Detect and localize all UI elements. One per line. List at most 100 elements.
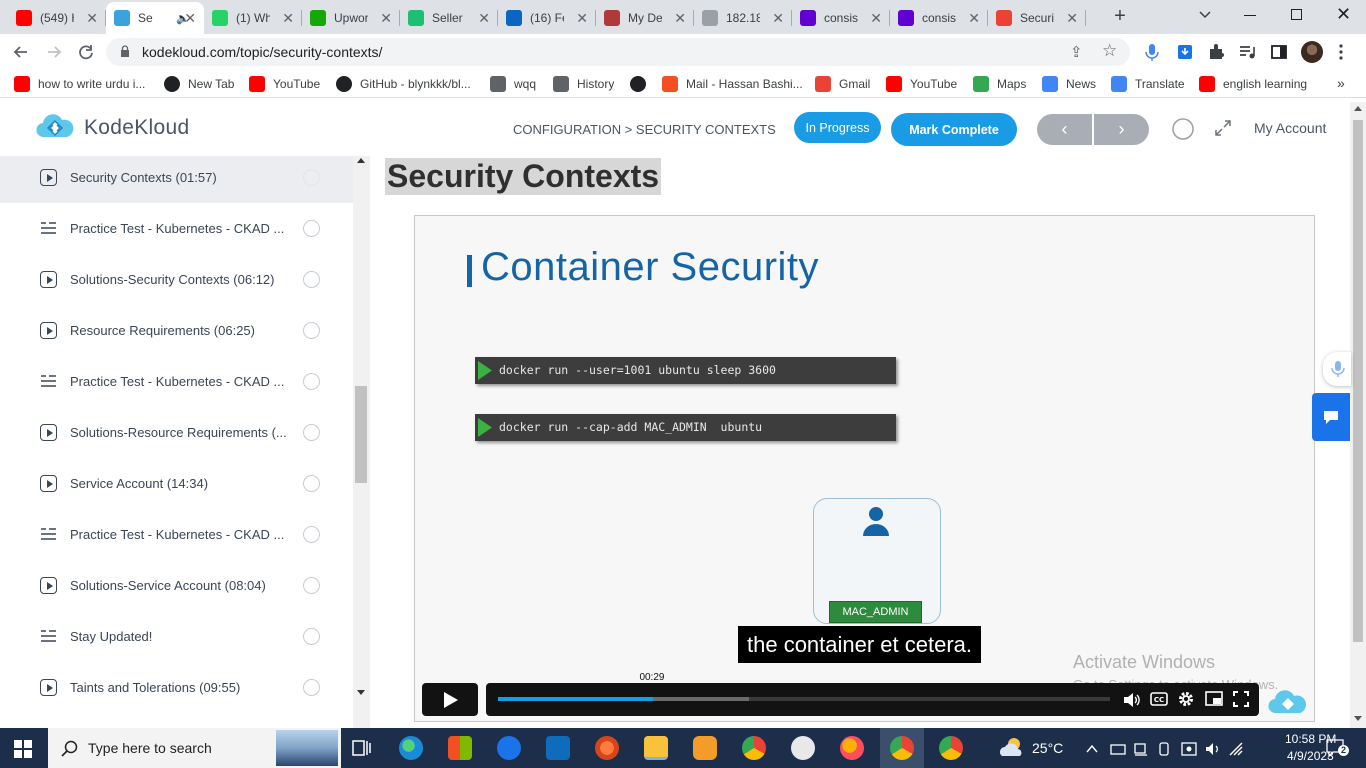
- dark-mode-icon[interactable]: [1171, 117, 1195, 141]
- forward-icon[interactable]: [43, 41, 65, 63]
- browser-menu-icon[interactable]: [1339, 43, 1343, 61]
- page-scrollbar-thumb[interactable]: [1353, 120, 1363, 642]
- store-icon[interactable]: [448, 736, 472, 760]
- minimize-icon[interactable]: [1244, 15, 1256, 16]
- completion-circle-icon[interactable]: [303, 628, 320, 645]
- bookmark-item[interactable]: Maps: [973, 75, 1026, 93]
- more-bookmarks-icon[interactable]: »: [1337, 75, 1345, 91]
- lesson-item[interactable]: Resource Requirements (06:25): [0, 305, 353, 356]
- profile-avatar[interactable]: [1301, 41, 1323, 63]
- voice-assistant-icon[interactable]: [1323, 352, 1351, 386]
- browser-tab[interactable]: Se 🔈 ✕: [106, 2, 204, 34]
- next-lesson-button[interactable]: ›: [1094, 114, 1149, 145]
- sidebar-scrollbar[interactable]: [353, 156, 370, 728]
- taskbar-search-box[interactable]: Type here to search: [48, 728, 341, 768]
- completion-circle-icon[interactable]: [303, 220, 320, 237]
- mail-icon[interactable]: [546, 736, 570, 760]
- edge-beta-icon[interactable]: [497, 736, 521, 760]
- start-button-icon[interactable]: [14, 740, 32, 758]
- video-fullscreen-icon[interactable]: [1233, 691, 1249, 707]
- my-account-link[interactable]: My Account: [1254, 120, 1326, 136]
- chrome-profile-icon[interactable]: [890, 736, 914, 760]
- lesson-item[interactable]: Practice Test - Kubernetes - CKAD ...: [0, 356, 353, 407]
- tab-close-icon[interactable]: ✕: [282, 10, 294, 27]
- task-view-icon[interactable]: [350, 736, 374, 760]
- lesson-item[interactable]: Solutions-Security Contexts (06:12): [0, 254, 353, 305]
- completion-circle-icon[interactable]: [303, 577, 320, 594]
- tab-close-icon[interactable]: ✕: [870, 10, 882, 27]
- close-window-icon[interactable]: ✕: [1336, 4, 1351, 25]
- lesson-item[interactable]: Solutions-Resource Requirements (...: [0, 407, 353, 458]
- file-explorer-icon[interactable]: [644, 736, 668, 760]
- bookmark-item[interactable]: News: [1042, 75, 1096, 93]
- bookmark-item[interactable]: YouTube: [886, 75, 957, 93]
- weather-icon[interactable]: [998, 736, 1026, 758]
- notification-center-icon[interactable]: 2: [1325, 738, 1349, 758]
- page-scroll-down-icon[interactable]: [1354, 716, 1362, 721]
- play-button[interactable]: [422, 683, 478, 716]
- tab-close-icon[interactable]: ✕: [380, 10, 392, 27]
- tab-close-icon[interactable]: ✕: [184, 10, 196, 27]
- lesson-item[interactable]: Security Contexts (01:57): [0, 156, 353, 203]
- voice-search-icon[interactable]: [1141, 41, 1163, 63]
- browser-tab[interactable]: (1) Wh ✕: [204, 2, 302, 34]
- lesson-item[interactable]: Service Account (14:34): [0, 458, 353, 509]
- bookmark-item[interactable]: english learning: [1199, 75, 1307, 93]
- bookmark-item[interactable]: History: [553, 75, 614, 93]
- completion-circle-icon[interactable]: [303, 322, 320, 339]
- tab-close-icon[interactable]: ✕: [968, 10, 980, 27]
- address-bar[interactable]: kodekloud.com/topic/security-contexts/ ⇪…: [106, 38, 1130, 66]
- chrome-second-profile-icon[interactable]: [939, 736, 963, 760]
- bookmark-item[interactable]: YouTube: [249, 75, 320, 93]
- page-scroll-up-icon[interactable]: [1354, 106, 1362, 111]
- download-extension-icon[interactable]: [1174, 41, 1196, 63]
- bookmark-item[interactable]: GitHub - blynkkk/bl...: [336, 75, 471, 93]
- media-control-icon[interactable]: [1236, 41, 1258, 63]
- new-tab-icon[interactable]: +: [1110, 6, 1130, 26]
- bookmark-item[interactable]: wqq: [490, 75, 536, 93]
- chrome-icon[interactable]: [742, 736, 766, 760]
- snail-app-icon[interactable]: [595, 736, 619, 760]
- lesson-item[interactable]: Practice Test - Kubernetes - CKAD ...: [0, 509, 353, 560]
- bookmark-item[interactable]: Mail - Hassan Bashi...: [662, 75, 803, 93]
- scroll-up-arrow-icon[interactable]: [357, 158, 365, 163]
- scrollbar-thumb[interactable]: [355, 386, 367, 483]
- browser-tab[interactable]: Upwor ✕: [302, 2, 400, 34]
- share-icon[interactable]: ⇪: [1070, 43, 1083, 61]
- tab-close-icon[interactable]: ✕: [478, 10, 490, 27]
- browser-tab[interactable]: consis ✕: [792, 2, 890, 34]
- bookmark-item[interactable]: [630, 75, 654, 93]
- video-player[interactable]: Container Security docker run --user=100…: [414, 215, 1315, 722]
- bookmark-star-icon[interactable]: ☆: [1102, 41, 1117, 61]
- side-panel-icon[interactable]: [1268, 41, 1290, 63]
- tab-search-icon[interactable]: [1197, 6, 1213, 22]
- volume-icon[interactable]: [1122, 691, 1140, 709]
- kodekloud-logo[interactable]: KodeKloud: [34, 112, 204, 144]
- page-scrollbar[interactable]: [1350, 102, 1366, 728]
- previous-lesson-button[interactable]: ‹: [1037, 114, 1092, 145]
- firefox-icon[interactable]: [840, 736, 864, 760]
- mark-complete-button[interactable]: Mark Complete: [891, 113, 1017, 146]
- restore-icon[interactable]: [1291, 9, 1302, 20]
- extensions-icon[interactable]: [1205, 41, 1227, 63]
- seek-bar[interactable]: [498, 697, 1110, 701]
- completion-circle-icon[interactable]: [303, 679, 320, 696]
- browser-tab[interactable]: 182.18 ✕: [694, 2, 792, 34]
- weather-temp[interactable]: 25°C: [1032, 740, 1063, 756]
- completion-circle-icon[interactable]: [303, 424, 320, 441]
- back-icon[interactable]: [10, 41, 32, 63]
- lesson-item[interactable]: Solutions-Service Account (08:04): [0, 560, 353, 611]
- bookmark-item[interactable]: Translate: [1111, 75, 1185, 93]
- completion-circle-icon[interactable]: [303, 475, 320, 492]
- lesson-item[interactable]: Taints and Tolerations (09:55): [0, 662, 353, 713]
- reload-icon[interactable]: [75, 41, 97, 63]
- browser-tab[interactable]: Securi ✕: [988, 2, 1086, 34]
- camera-app-icon[interactable]: [791, 736, 815, 760]
- browser-tab[interactable]: Seller ✕: [400, 2, 498, 34]
- bookmark-item[interactable]: New Tab: [164, 75, 234, 93]
- tab-close-icon[interactable]: ✕: [576, 10, 588, 27]
- bookmark-item[interactable]: how to write urdu i...: [14, 75, 145, 93]
- completion-circle-icon[interactable]: [303, 373, 320, 390]
- completion-circle-icon[interactable]: [303, 526, 320, 543]
- browser-tab[interactable]: consis ✕: [890, 2, 988, 34]
